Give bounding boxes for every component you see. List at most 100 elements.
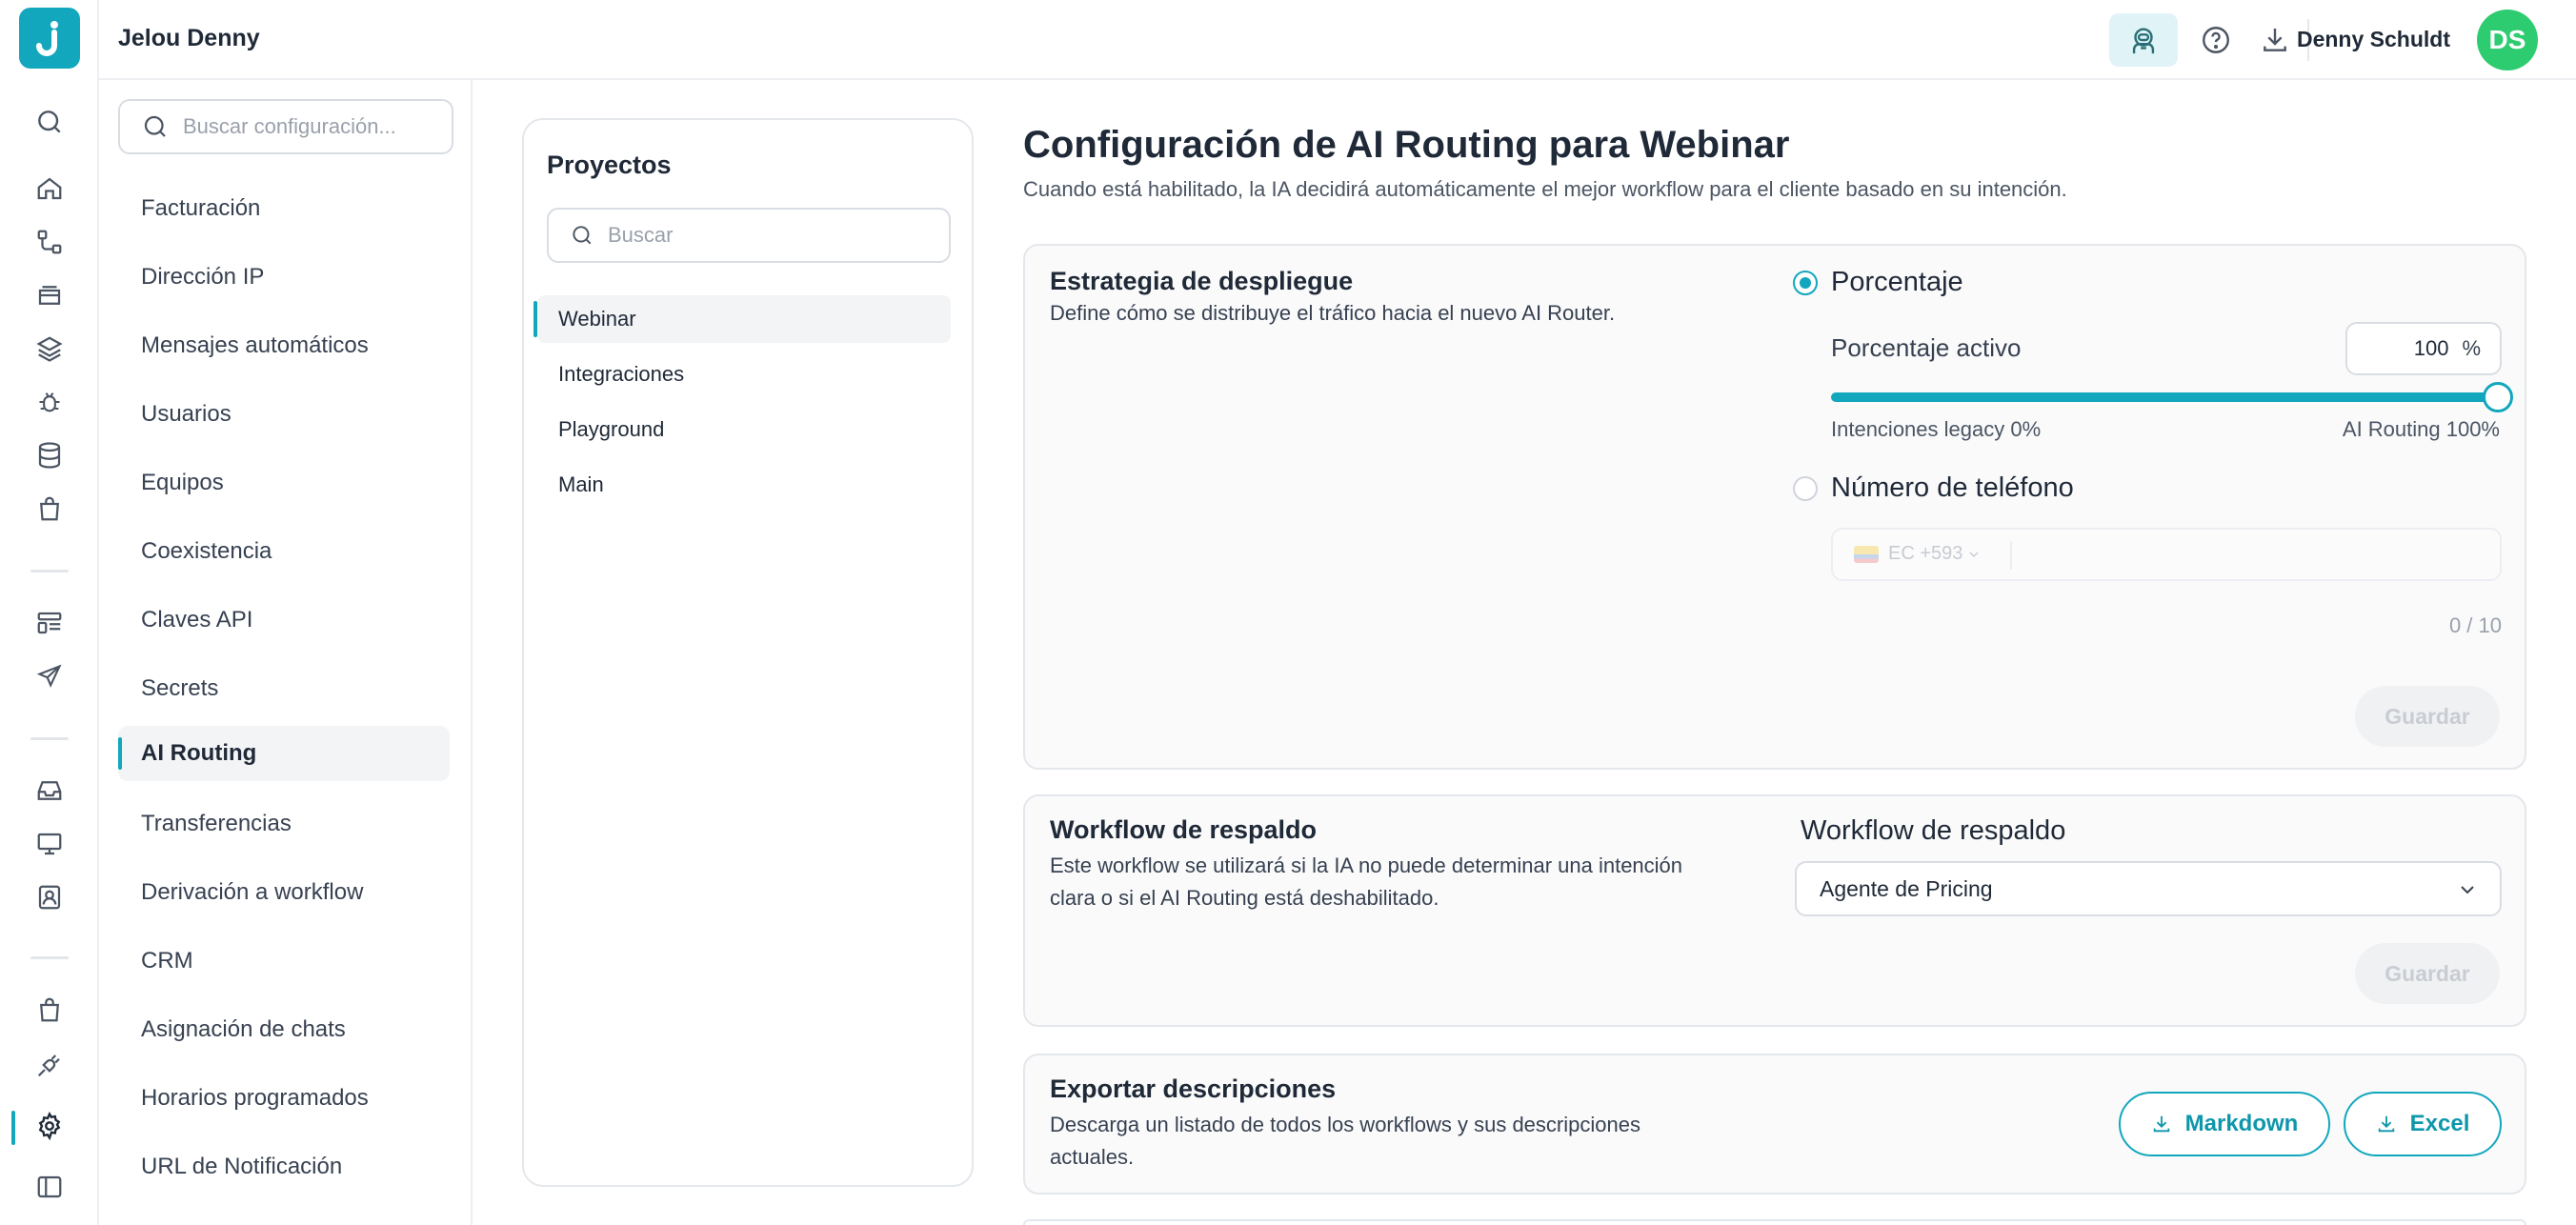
- sidebar-item-claves-api[interactable]: Claves API: [118, 592, 450, 648]
- slider-right-caption: AI Routing 100%: [2342, 417, 2500, 441]
- download-icon: [2153, 1115, 2169, 1133]
- deployment-description: Define cómo se distribuye el tráfico hac…: [1050, 301, 1616, 325]
- deployment-save-button[interactable]: Guardar: [2355, 686, 2500, 747]
- export-descriptions-card: Exportar descripciones Descarga un lista…: [1023, 1054, 2526, 1195]
- gear-icon[interactable]: [30, 1107, 69, 1145]
- settings-search[interactable]: [118, 99, 453, 154]
- sidebar-toggle-icon[interactable]: [30, 1168, 69, 1206]
- search-icon[interactable]: [30, 103, 69, 141]
- slider-left-caption: Intenciones legacy 0%: [1831, 417, 2042, 441]
- sidebar-item-crm[interactable]: CRM: [118, 934, 450, 989]
- layout-list-icon[interactable]: [30, 604, 69, 642]
- user-name[interactable]: Denny Schuldt: [2297, 27, 2450, 52]
- monitor-icon[interactable]: [30, 825, 69, 863]
- fallback-description-line2: clara o si el AI Routing está deshabilit…: [1050, 886, 1439, 910]
- fallback-title: Workflow de respaldo: [1050, 815, 1318, 844]
- page-title: Configuración de AI Routing para Webinar: [1023, 124, 1790, 166]
- icon-rail: [0, 0, 99, 1225]
- fallback-workflow-select[interactable]: Agente de Pricing: [1795, 861, 2502, 916]
- projects-panel: Proyectos Webinar Integraciones Playgrou…: [522, 118, 974, 1187]
- project-item-webinar[interactable]: Webinar: [533, 295, 951, 343]
- sidebar-item-transferencias[interactable]: Transferencias: [118, 796, 450, 852]
- send-icon[interactable]: [30, 657, 69, 695]
- sidebar-item-url-de-notificacion[interactable]: URL de Notificación: [118, 1139, 450, 1195]
- fallback-select-label: Workflow de respaldo: [1801, 815, 2066, 846]
- phone-number-field[interactable]: EC +593: [1831, 528, 2502, 581]
- rail-divider: [30, 570, 69, 572]
- rail-divider: [30, 737, 69, 740]
- page-subtitle: Cuando está habilitado, la IA decidirá a…: [1023, 177, 2067, 201]
- sidebar-item-asignacion-de-chats[interactable]: Asignación de chats: [118, 1002, 450, 1057]
- avatar[interactable]: DS: [2477, 10, 2538, 70]
- top-header: Jelou Denny Denny Schuldt DS: [99, 0, 2576, 80]
- percent-symbol: %: [2462, 336, 2481, 360]
- archive-icon[interactable]: [30, 276, 69, 314]
- sidebar-item-direccion-ip[interactable]: Dirección IP: [118, 250, 450, 305]
- sidebar-item-ai-routing[interactable]: AI Routing: [118, 726, 450, 781]
- rail-divider: [30, 956, 69, 959]
- slider-handle[interactable]: [2483, 382, 2513, 412]
- settings-search-input[interactable]: [183, 114, 421, 139]
- export-description-line2: actuales.: [1050, 1145, 1135, 1169]
- active-percentage-value: 100: [2413, 336, 2449, 360]
- contact-icon[interactable]: [30, 878, 69, 916]
- percentage-slider[interactable]: [1831, 382, 2513, 412]
- projects-search[interactable]: [547, 208, 951, 263]
- download-icon: [2264, 29, 2286, 51]
- inbox-icon[interactable]: [30, 772, 69, 810]
- projects-title: Proyectos: [547, 151, 672, 179]
- country-code-select[interactable]: EC +593: [1854, 543, 1982, 565]
- workflow-icon[interactable]: [30, 223, 69, 261]
- fallback-selected-value: Agente de Pricing: [1820, 875, 1993, 901]
- help-circle-icon: [2203, 27, 2229, 53]
- sidebar-item-secrets[interactable]: Secrets: [118, 661, 450, 716]
- sidebar-item-facturacion[interactable]: Facturación: [118, 181, 450, 236]
- export-markdown-label: Markdown: [2184, 1111, 2299, 1136]
- export-description-line1: Descarga un listado de todos los workflo…: [1050, 1113, 1640, 1136]
- sidebar-item-usuarios[interactable]: Usuarios: [118, 387, 450, 442]
- layers-icon[interactable]: [30, 330, 69, 368]
- sidebar-item-mensajes-automaticos[interactable]: Mensajes automáticos: [118, 318, 450, 373]
- fallback-description-line1: Este workflow se utilizará si la IA no p…: [1050, 853, 1683, 877]
- plug-icon[interactable]: [30, 1046, 69, 1084]
- workspace-name[interactable]: Jelou Denny: [118, 25, 260, 52]
- radio-phone-label[interactable]: Número de teléfono: [1831, 472, 2074, 504]
- app-logo[interactable]: [19, 8, 80, 69]
- fallback-save-button[interactable]: Guardar: [2355, 943, 2500, 1004]
- shopping-bag-icon[interactable]: [30, 991, 69, 1029]
- sidebar-item-horarios-programados[interactable]: Horarios programados: [118, 1071, 450, 1126]
- active-percentage-input[interactable]: 100 %: [2345, 322, 2502, 375]
- search-icon: [144, 115, 166, 137]
- project-item-playground[interactable]: Playground: [537, 406, 951, 453]
- home-icon[interactable]: [30, 170, 69, 208]
- next-card-edge: [1023, 1219, 2526, 1225]
- project-item-main[interactable]: Main: [537, 461, 951, 509]
- ai-assistant-button[interactable]: [2109, 13, 2178, 67]
- sidebar-item-equipos[interactable]: Equipos: [118, 455, 450, 511]
- shopping-bag-icon[interactable]: [30, 490, 69, 528]
- phone-divider: [2010, 541, 2012, 570]
- database-icon[interactable]: [30, 436, 69, 474]
- project-item-integraciones[interactable]: Integraciones: [537, 351, 951, 398]
- radio-percentage[interactable]: [1793, 271, 1818, 295]
- radio-percentage-label[interactable]: Porcentaje: [1831, 267, 1963, 298]
- phone-char-counter: 0 / 10: [2448, 613, 2502, 637]
- export-excel-label: Excel: [2409, 1111, 2470, 1136]
- rail-active-indicator: [11, 1111, 15, 1145]
- fallback-workflow-card: Workflow de respaldo Este workflow se ut…: [1023, 794, 2526, 1027]
- radio-phone[interactable]: [1793, 476, 1818, 501]
- sidebar-item-coexistencia[interactable]: Coexistencia: [118, 524, 450, 579]
- chevron-down-icon: [1969, 552, 1979, 557]
- slider-fill: [1831, 392, 2498, 402]
- bug-icon[interactable]: [30, 383, 69, 421]
- astronaut-icon: [2132, 28, 2155, 54]
- sidebar-item-derivacion-a-workflow[interactable]: Derivación a workflow: [118, 865, 450, 920]
- projects-search-input[interactable]: [608, 223, 932, 248]
- search-icon: [573, 226, 592, 245]
- export-markdown-button[interactable]: Markdown: [2119, 1092, 2330, 1156]
- export-excel-button[interactable]: Excel: [2344, 1092, 2502, 1156]
- deployment-strategy-card: Estrategia de despliegue Define cómo se …: [1023, 244, 2526, 770]
- deployment-title: Estrategia de despliegue: [1050, 267, 1354, 295]
- ecuador-flag-icon: [1854, 545, 1879, 563]
- active-percentage-label: Porcentaje activo: [1831, 333, 2022, 362]
